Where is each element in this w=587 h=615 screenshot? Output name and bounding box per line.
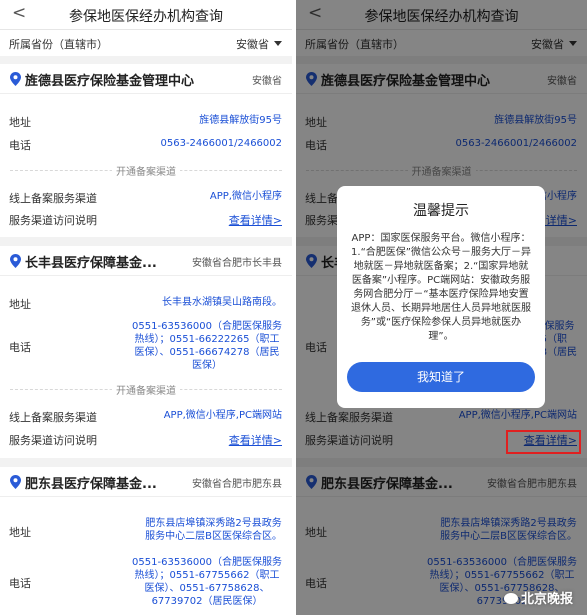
separator-label: 开通备案渠道	[0, 163, 292, 178]
separator-label: 开通备案渠道	[0, 382, 292, 397]
online-channel-value: APP,微信小程序	[209, 191, 282, 202]
access-guide-label: 服务渠道访问说明	[9, 214, 97, 227]
province-value-text: 安徽省	[236, 38, 269, 51]
org-name: 旌德县医疗保险基金管理中心	[25, 74, 195, 89]
address-label: 地址	[9, 526, 31, 539]
phone-value[interactable]: 0551-63536000（合肥医保服务热线）；0551-66222265（职工…	[132, 320, 282, 372]
org-name: 肥东县医疗保障基金...	[25, 477, 157, 492]
org-name: 长丰县医疗保障基金...	[25, 256, 157, 271]
view-details-link[interactable]: 查看详情>	[229, 432, 282, 448]
phone-label: 电话	[9, 139, 31, 152]
phone-label: 电话	[9, 577, 31, 590]
watermark: 北京晚报	[503, 588, 573, 607]
page-title: 参保地医保经办机构查询	[69, 9, 223, 25]
org-card: 长丰县医疗保障基金... 安徽省合肥市长丰县 地址 长丰县水湖镇吴山路南段。 电…	[0, 246, 292, 458]
address-value: 长丰县水湖镇吴山路南段。	[162, 297, 282, 308]
org-card: 旌德县医疗保险基金管理中心 安徽省 地址 旌德县解放街95号 电话 0563-2…	[0, 64, 292, 237]
phone-value[interactable]: 0563-2466001/2466002	[161, 137, 283, 150]
wechat-icon	[503, 593, 518, 604]
org-header: 长丰县医疗保障基金... 安徽省合肥市长丰县	[0, 246, 292, 276]
org-card: 肥东县医疗保障基金... 安徽省合肥市肥东县 地址 肥东县店埠镇深秀路2号县政务…	[0, 467, 292, 615]
org-region: 安徽省	[252, 76, 282, 87]
province-selector[interactable]: 所属省份（直辖市） 安徽省	[0, 30, 292, 56]
address-value: 肥东县店埠镇深秀路2号县政务 服务中心二层B区医保综合区。	[145, 518, 282, 542]
online-channel-label: 线上备案服务渠道	[9, 192, 97, 205]
org-region: 安徽省合肥市肥东县	[192, 479, 282, 490]
location-pin-icon	[10, 72, 21, 86]
province-label: 所属省份（直辖市）	[9, 38, 108, 51]
address-label: 地址	[9, 116, 31, 129]
view-details-link[interactable]: 查看详情>	[229, 212, 282, 228]
location-pin-icon	[10, 254, 21, 268]
chevron-down-icon	[274, 41, 282, 46]
dialog-title: 温馨提示	[413, 203, 469, 219]
province-value[interactable]: 安徽省	[236, 36, 282, 52]
phone-label: 电话	[9, 341, 31, 354]
got-it-button[interactable]: 我知道了	[347, 362, 535, 392]
address-value: 旌德县解放街95号	[199, 115, 282, 126]
dialog-body: APP：国家医保服务平台。微信小程序：1.“合肥医保”微信公众号－服务大厅－异地…	[351, 233, 531, 342]
org-header: 肥东县医疗保障基金... 安徽省合肥市肥东县	[0, 467, 292, 497]
location-pin-icon	[10, 475, 21, 489]
phone-value[interactable]: 0551-63536000（合肥医保服务 热线）；0551-67755662（职工…	[132, 556, 282, 608]
org-header: 旌德县医疗保险基金管理中心 安徽省	[0, 64, 292, 94]
right-screen: < 参保地医保经办机构查询 所属省份（直辖市） 安徽省 旌德县医疗保险基金管理中…	[296, 0, 587, 615]
tip-dialog: 温馨提示 APP：国家医保服务平台。微信小程序：1.“合肥医保”微信公众号－服务…	[337, 186, 545, 408]
address-label: 地址	[9, 298, 31, 311]
left-screen: < 参保地医保经办机构查询 所属省份（直辖市） 安徽省 旌德县医疗保险基金管理中…	[0, 0, 292, 615]
org-region: 安徽省合肥市长丰县	[192, 258, 282, 269]
nav-bar: < 参保地医保经办机构查询	[0, 0, 292, 30]
highlight-box	[506, 430, 581, 454]
online-channel-label: 线上备案服务渠道	[9, 411, 97, 424]
access-guide-label: 服务渠道访问说明	[9, 434, 97, 447]
online-channel-value: APP,微信小程序,PC端网站	[163, 410, 282, 421]
